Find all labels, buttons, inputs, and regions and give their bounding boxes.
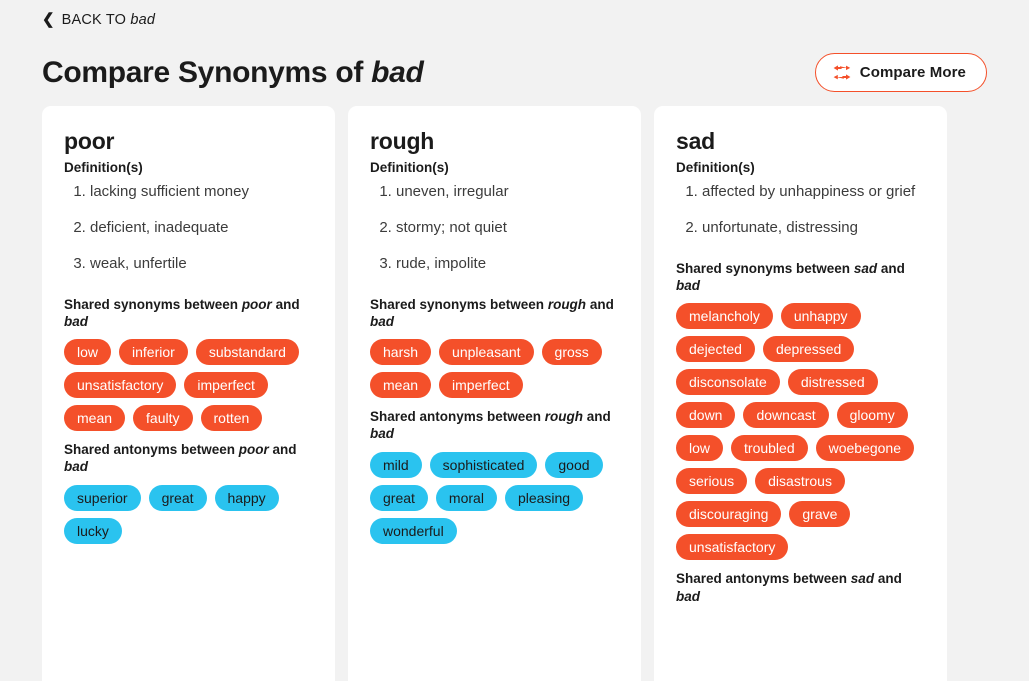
synonym-tag[interactable]: unsatisfactory xyxy=(676,534,789,561)
card-title: sad xyxy=(676,128,716,154)
shared-synonyms-label: Shared synonyms between rough and bad xyxy=(370,296,614,329)
synonym-tag[interactable]: unsatisfactory xyxy=(64,372,177,399)
definitions-label: Definition(s) xyxy=(64,160,143,176)
definitions-list: affected by unhappiness or grief unfortu… xyxy=(676,183,925,238)
shared-antonyms-label: Shared antonyms between poor and bad xyxy=(64,442,297,475)
antonym-tag[interactable]: happy xyxy=(214,484,279,511)
definition-item: stormy; not quiet xyxy=(396,219,619,238)
synonym-card-poor: poor Definition(s) lacking sufficient mo… xyxy=(42,106,335,681)
synonym-card-rough: rough Definition(s) uneven, irregular st… xyxy=(348,106,641,681)
compare-synonyms-page: ❮ BACK TO bad Compare Synonyms of bad Co… xyxy=(0,0,1029,681)
synonym-tag[interactable]: mean xyxy=(64,405,126,432)
synonym-tag[interactable]: low xyxy=(676,435,724,462)
shared-antonyms-label: Shared antonyms between sad and bad xyxy=(676,571,902,604)
antonym-tag[interactable]: great xyxy=(148,484,207,511)
synonym-tag[interactable]: serious xyxy=(676,468,748,495)
antonym-tag[interactable]: lucky xyxy=(64,517,122,544)
definition-item: rude, impolite xyxy=(396,255,619,274)
synonym-tag[interactable]: troubled xyxy=(731,435,808,462)
antonym-tag[interactable]: wonderful xyxy=(370,517,457,544)
definitions-label: Definition(s) xyxy=(676,160,755,176)
page-title: Compare Synonyms of bad xyxy=(42,55,424,89)
synonym-tag[interactable]: unhappy xyxy=(780,303,861,330)
synonym-tag[interactable]: mean xyxy=(370,372,432,399)
synonym-tag[interactable]: unpleasant xyxy=(439,339,534,366)
synonym-tag[interactable]: down xyxy=(676,402,736,429)
synonym-tag[interactable]: disconsolate xyxy=(676,369,780,396)
synonym-tag[interactable]: depressed xyxy=(762,336,855,363)
synonym-tag[interactable]: imperfect xyxy=(184,372,268,399)
shared-synonyms-label: Shared synonyms between sad and bad xyxy=(676,260,905,294)
definition-item: affected by unhappiness or grief xyxy=(702,183,925,202)
synonym-tag[interactable]: gross xyxy=(541,339,602,366)
shared-antonyms-label: Shared antonyms between rough and bad xyxy=(370,409,611,442)
shared-antonyms-tags: mild sophisticated good great moral plea… xyxy=(370,451,619,544)
synonym-card-sad: sad Definition(s) affected by unhappines… xyxy=(654,106,947,681)
back-to-bad-link[interactable]: ❮ BACK TO bad xyxy=(42,10,156,29)
synonym-tag[interactable]: dejected xyxy=(676,336,755,363)
synonym-tag[interactable]: faulty xyxy=(133,405,193,432)
synonym-tag[interactable]: discouraging xyxy=(676,501,782,528)
antonym-tag[interactable]: moral xyxy=(435,484,497,511)
shared-synonyms-tags: melancholy unhappy dejected depressed di… xyxy=(676,303,925,561)
antonym-tag[interactable]: great xyxy=(370,484,428,511)
synonym-tag[interactable]: gloomy xyxy=(836,402,908,429)
compare-more-label: Compare More xyxy=(859,63,966,81)
shared-antonyms-tags: superior great happy lucky xyxy=(64,484,313,544)
synonym-tag[interactable]: rotten xyxy=(200,405,263,432)
card-title: rough xyxy=(370,128,435,154)
synonym-tag[interactable]: distressed xyxy=(787,369,878,396)
page-header: Compare Synonyms of bad Compare More xyxy=(0,48,1029,96)
compare-more-button[interactable]: Compare More xyxy=(814,52,987,92)
synonym-tag[interactable]: harsh xyxy=(370,339,432,366)
definition-item: deficient, inadequate xyxy=(90,219,313,238)
antonym-tag[interactable]: mild xyxy=(370,451,422,478)
synonym-tag[interactable]: melancholy xyxy=(676,303,773,330)
antonym-tag[interactable]: sophisticated xyxy=(429,451,538,478)
compare-arrows-icon xyxy=(833,64,851,80)
definitions-list: uneven, irregular stormy; not quiet rude… xyxy=(370,183,619,273)
synonym-tag[interactable]: low xyxy=(64,339,112,366)
synonym-tag[interactable]: woebegone xyxy=(815,435,915,462)
synonym-tag[interactable]: imperfect xyxy=(439,372,523,399)
definitions-label: Definition(s) xyxy=(370,160,449,176)
synonym-cards-container: poor Definition(s) lacking sufficient mo… xyxy=(42,106,987,681)
antonym-tag[interactable]: superior xyxy=(64,484,141,511)
chevron-left-icon: ❮ xyxy=(42,10,55,28)
synonym-tag[interactable]: substandard xyxy=(195,339,299,366)
shared-synonyms-label: Shared synonyms between poor and bad xyxy=(64,296,300,329)
antonym-tag[interactable]: good xyxy=(545,451,603,478)
antonym-tag[interactable]: pleasing xyxy=(504,484,584,511)
definition-item: uneven, irregular xyxy=(396,183,619,202)
definitions-list: lacking sufficient money deficient, inad… xyxy=(64,183,313,273)
definition-item: unfortunate, distressing xyxy=(702,219,925,238)
definition-item: lacking sufficient money xyxy=(90,183,313,202)
synonym-tag[interactable]: downcast xyxy=(743,402,829,429)
definition-item: weak, unfertile xyxy=(90,255,313,274)
card-title: poor xyxy=(64,128,115,154)
shared-synonyms-tags: low inferior substandard unsatisfactory … xyxy=(64,339,313,432)
synonym-tag[interactable]: disastrous xyxy=(755,468,845,495)
synonym-tag[interactable]: grave xyxy=(789,501,851,528)
synonym-tag[interactable]: inferior xyxy=(119,339,188,366)
shared-synonyms-tags: harsh unpleasant gross mean imperfect xyxy=(370,339,619,399)
back-link-label: BACK TO bad xyxy=(61,12,156,28)
